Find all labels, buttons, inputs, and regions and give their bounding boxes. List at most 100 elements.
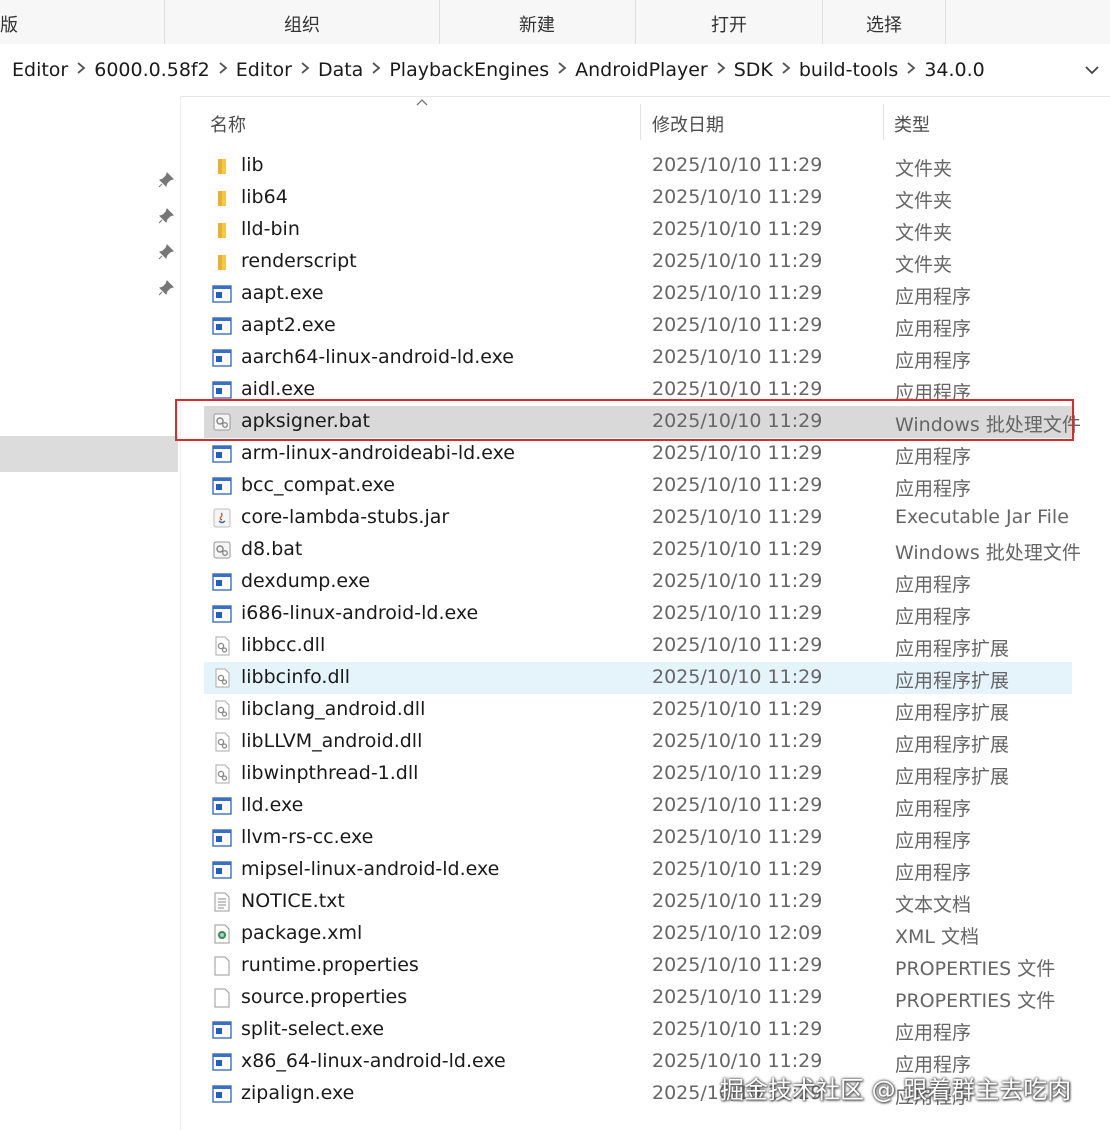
file-name: dexdump.exe <box>241 570 371 592</box>
ribbon-group-open[interactable]: 打开 <box>636 0 823 44</box>
breadcrumb-item[interactable]: AndroidPlayer <box>575 59 708 81</box>
file-row[interactable]: libLLVM_android.dll 2025/10/10 11:29 应用程序扩… <box>204 726 1072 758</box>
chevron-right-icon[interactable] <box>363 62 389 78</box>
file-row[interactable]: package.xml 2025/10/10 12:09 XML 文档 <box>204 918 1072 950</box>
file-type: 应用程序 <box>895 318 972 340</box>
chevron-down-icon[interactable] <box>1084 62 1100 78</box>
chevron-right-icon[interactable] <box>773 62 799 78</box>
pin-icon[interactable] <box>158 172 174 188</box>
file-row[interactable]: lld-bin 2025/10/10 11:29 文件夹 <box>204 214 1072 246</box>
chevron-right-icon[interactable] <box>549 62 575 78</box>
blank-file-icon <box>212 956 232 976</box>
file-row[interactable]: aidl.exe 2025/10/10 11:29 应用程序 <box>204 374 1072 406</box>
file-row[interactable]: libwinpthread-1.dll 2025/10/10 11:29 应用程序扩… <box>204 758 1072 790</box>
file-row[interactable]: split-select.exe 2025/10/10 11:29 应用程序 <box>204 1014 1072 1046</box>
file-type: 应用程序 <box>895 830 972 852</box>
file-row[interactable]: arm-linux-androideabi-ld.exe 2025/10/10 1… <box>204 438 1072 470</box>
file-row[interactable]: aapt2.exe 2025/10/10 11:29 应用程序 <box>204 310 1072 342</box>
pin-icon[interactable] <box>158 244 174 260</box>
file-type: 应用程序 <box>895 574 972 596</box>
pin-icon[interactable] <box>158 280 174 296</box>
file-name: x86_64-linux-android-ld.exe <box>241 1050 506 1072</box>
file-date: 2025/10/10 11:29 <box>652 410 823 432</box>
file-name: lld-bin <box>241 218 300 240</box>
file-type: 文件夹 <box>895 254 953 276</box>
file-date: 2025/10/10 11:29 <box>652 634 823 656</box>
file-row[interactable]: bcc_compat.exe 2025/10/10 11:29 应用程序 <box>204 470 1072 502</box>
file-date: 2025/10/10 11:29 <box>652 730 823 752</box>
breadcrumb-item[interactable]: Editor <box>236 59 292 81</box>
file-row[interactable]: libclang_android.dll 2025/10/10 11:29 应用程序… <box>204 694 1072 726</box>
file-row[interactable]: NOTICE.txt 2025/10/10 11:29 文本文档 <box>204 886 1072 918</box>
ribbon-fragment: 版 <box>0 0 18 44</box>
sort-ascending-icon <box>416 99 428 106</box>
file-date: 2025/10/10 11:29 <box>652 186 823 208</box>
ribbon-group-organize[interactable]: 组织 <box>164 0 440 44</box>
file-date: 2025/10/10 11:29 <box>652 986 823 1008</box>
exe-icon <box>212 444 232 464</box>
breadcrumb-item[interactable]: PlaybackEngines <box>389 59 549 81</box>
file-name: core-lambda-stubs.jar <box>241 506 450 528</box>
ribbon-group-label: 选择 <box>866 15 902 36</box>
file-row[interactable]: libbcinfo.dll 2025/10/10 11:29 应用程序扩展 <box>204 662 1072 694</box>
exe-icon <box>212 476 232 496</box>
nav-item-selected[interactable] <box>0 436 178 472</box>
ribbon-group-label: 组织 <box>284 15 320 36</box>
pin-icon[interactable] <box>158 208 174 224</box>
file-row[interactable]: source.properties 2025/10/10 11:29 PROPERT… <box>204 982 1072 1014</box>
file-name: package.xml <box>241 922 363 944</box>
chevron-right-icon[interactable] <box>292 62 318 78</box>
file-row[interactable]: i686-linux-android-ld.exe 2025/10/10 11:2… <box>204 598 1072 630</box>
file-name: i686-linux-android-ld.exe <box>241 602 479 624</box>
breadcrumb-item[interactable]: 34.0.0 <box>924 59 984 81</box>
column-date[interactable]: 修改日期 <box>652 111 724 137</box>
blank-file-icon <box>212 988 232 1008</box>
address-bar[interactable]: Editor 6000.0.58f2 Editor Data PlaybackEngin… <box>0 44 1110 97</box>
exe-icon <box>212 380 232 400</box>
ribbon-bar: 版 组织 新建 打开 选择 <box>0 0 1110 45</box>
breadcrumb-item[interactable]: build-tools <box>799 59 898 81</box>
breadcrumb-item[interactable]: Data <box>318 59 363 81</box>
chevron-right-icon[interactable] <box>708 62 734 78</box>
file-row[interactable]: aarch64-linux-android-ld.exe 2025/10/10 1… <box>204 342 1072 374</box>
file-row[interactable]: renderscript 2025/10/10 11:29 文件夹 <box>204 246 1072 278</box>
file-row[interactable]: llvm-rs-cc.exe 2025/10/10 11:29 应用程序 <box>204 822 1072 854</box>
column-type[interactable]: 类型 <box>894 111 930 137</box>
ribbon-fragment-label: 版 <box>0 15 18 36</box>
file-type: 应用程序 <box>895 350 972 372</box>
file-row[interactable]: lld.exe 2025/10/10 11:29 应用程序 <box>204 790 1072 822</box>
file-row[interactable]: aapt.exe 2025/10/10 11:29 应用程序 <box>204 278 1072 310</box>
file-row[interactable]: d8.bat 2025/10/10 11:29 Windows 批处理文件 <box>204 534 1081 566</box>
navigation-pane[interactable] <box>0 96 181 1130</box>
folder-icon <box>212 220 232 240</box>
breadcrumb-item[interactable]: Editor <box>12 59 68 81</box>
dll-icon <box>212 732 232 752</box>
column-divider[interactable] <box>640 104 641 140</box>
file-row[interactable]: runtime.properties 2025/10/10 11:29 PROPER… <box>204 950 1072 982</box>
bat-icon <box>212 412 232 432</box>
file-type: 应用程序扩展 <box>895 734 1010 756</box>
file-row[interactable]: libbcc.dll 2025/10/10 11:29 应用程序扩展 <box>204 630 1072 662</box>
column-divider[interactable] <box>883 104 884 140</box>
chevron-right-icon[interactable] <box>898 62 924 78</box>
file-type: Executable Jar File <box>895 506 1069 528</box>
exe-icon <box>212 1020 232 1040</box>
breadcrumb-item[interactable]: 6000.0.58f2 <box>94 59 209 81</box>
file-row[interactable]: apksigner.bat 2025/10/10 11:29 Windows 批处理… <box>204 406 1081 438</box>
ribbon-group-select[interactable]: 选择 <box>823 0 946 44</box>
file-row[interactable]: mipsel-linux-android-ld.exe 2025/10/10 11… <box>204 854 1072 886</box>
ribbon-group-new[interactable]: 新建 <box>439 0 636 44</box>
chevron-right-icon[interactable] <box>210 62 236 78</box>
file-date: 2025/10/10 11:29 <box>652 218 823 240</box>
column-name[interactable]: 名称 <box>210 111 246 137</box>
file-name: aapt2.exe <box>241 314 336 336</box>
exe-icon <box>212 348 232 368</box>
breadcrumb-item[interactable]: SDK <box>734 59 773 81</box>
file-row[interactable]: lib 2025/10/10 11:29 文件夹 <box>204 150 1072 182</box>
file-name: zipalign.exe <box>241 1082 355 1104</box>
file-date: 2025/10/10 11:29 <box>652 250 823 272</box>
file-row[interactable]: lib64 2025/10/10 11:29 文件夹 <box>204 182 1072 214</box>
file-row[interactable]: dexdump.exe 2025/10/10 11:29 应用程序 <box>204 566 1072 598</box>
chevron-right-icon[interactable] <box>68 62 94 78</box>
file-row[interactable]: core-lambda-stubs.jar 2025/10/10 11:29 Exe… <box>204 502 1072 534</box>
